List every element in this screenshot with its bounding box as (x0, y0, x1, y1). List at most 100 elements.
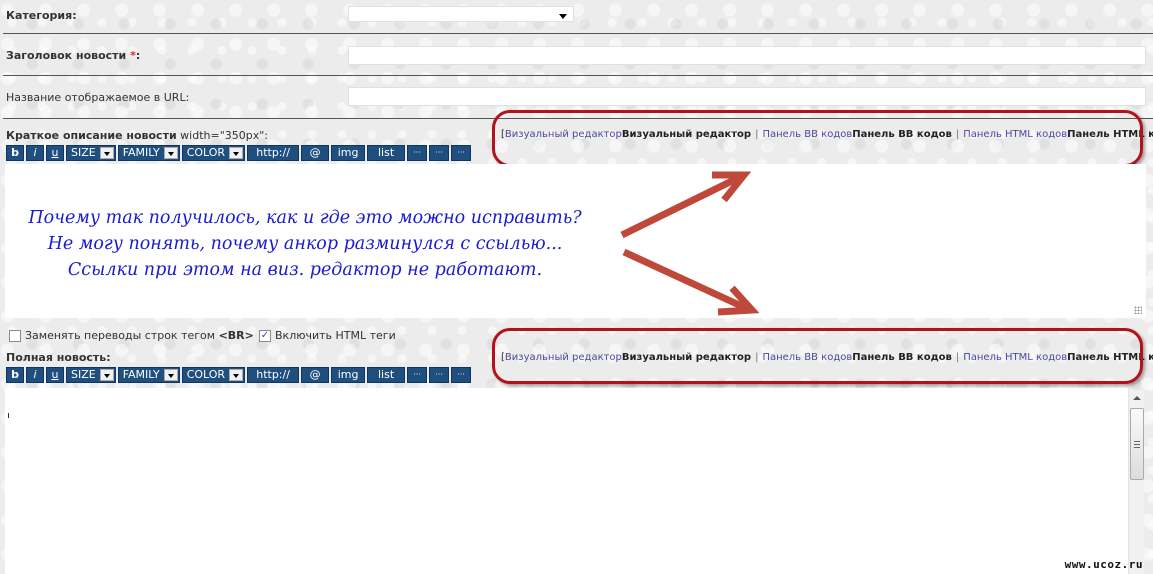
short-desc-url-button[interactable]: http:// (247, 145, 300, 161)
category-select[interactable] (348, 6, 574, 22)
replace-br-label: Заменять переводы строк тегом (25, 329, 216, 342)
full-news-img-button[interactable]: img (331, 367, 366, 383)
category-label: Категория: (6, 9, 77, 22)
button-label: ··· (435, 148, 443, 157)
full-news-bold-button[interactable]: b (6, 367, 24, 383)
button-label: ··· (413, 370, 421, 379)
full-news-more1-button[interactable]: ··· (407, 367, 428, 383)
title-label: Заголовок новости *: (6, 49, 140, 62)
full-news-toolbar: b i u SIZE FAMILY COLOR http:// @ img list ··· ··· ·… (6, 367, 472, 383)
scroll-up-arrow-icon[interactable] (1133, 396, 1141, 400)
divider (3, 33, 1153, 34)
full-news-list-button[interactable]: list (367, 367, 406, 383)
button-label: SIZE (71, 146, 96, 159)
replace-br-checkbox[interactable]: Заменять переводы строк тегом <BR> (9, 329, 254, 342)
button-label: list (378, 146, 395, 159)
short-desc-label-text: Краткое описание новости (6, 129, 177, 142)
button-label: u (51, 368, 59, 381)
short-desc-list-button[interactable]: list (367, 145, 406, 161)
checkbox-unchecked-icon[interactable] (9, 329, 21, 342)
full-news-more2-button[interactable]: ··· (429, 367, 450, 383)
button-label: SIZE (71, 368, 96, 381)
annotation-line: Ссылки при этом на виз. редактор не рабо… (67, 260, 543, 280)
dropdown-arrow-icon[interactable] (99, 369, 114, 381)
watermark: www.ucoz.ru (1064, 558, 1143, 571)
title-input[interactable] (348, 46, 1146, 65)
highlight-oval-top (492, 110, 1143, 167)
short-desc-underline-button[interactable]: u (46, 145, 64, 161)
button-label: b (11, 368, 19, 381)
full-news-label: Полная новость: (6, 351, 111, 364)
button-label: i (33, 368, 37, 381)
dropdown-arrow-icon[interactable] (229, 147, 244, 159)
full-news-url-button[interactable]: http:// (247, 367, 300, 383)
short-desc-size-button[interactable]: SIZE (66, 145, 116, 161)
button-label: i (33, 146, 37, 159)
divider (3, 75, 1153, 76)
full-news-size-button[interactable]: SIZE (66, 367, 116, 383)
title-label-text: Заголовок новости (6, 49, 127, 62)
short-desc-more2-button[interactable]: ··· (429, 145, 450, 161)
chevron-down-icon (559, 14, 567, 19)
full-news-email-button[interactable]: @ (301, 367, 330, 383)
button-label: list (378, 368, 395, 381)
full-news-textarea[interactable] (5, 388, 1128, 574)
button-label: COLOR (186, 146, 226, 159)
button-label: FAMILY (122, 146, 160, 159)
scroll-thumb[interactable] (1130, 408, 1144, 480)
button-label: FAMILY (122, 368, 160, 381)
button-label: COLOR (186, 368, 226, 381)
button-label: ··· (435, 370, 443, 379)
dropdown-arrow-icon[interactable] (163, 147, 178, 159)
short-desc-family-button[interactable]: FAMILY (117, 145, 180, 161)
short-desc-color-button[interactable]: COLOR (181, 145, 246, 161)
dropdown-arrow-icon[interactable] (229, 369, 244, 381)
dropdown-arrow-icon[interactable] (99, 147, 114, 159)
button-label: img (337, 146, 359, 159)
full-news-underline-button[interactable]: u (46, 367, 64, 383)
short-desc-italic-button[interactable]: i (26, 145, 44, 161)
full-news-color-button[interactable]: COLOR (181, 367, 246, 383)
short-desc-bold-button[interactable]: b (6, 145, 24, 161)
dropdown-arrow-icon[interactable] (163, 369, 178, 381)
short-desc-email-button[interactable]: @ (301, 145, 330, 161)
grip-icon (1134, 441, 1140, 450)
full-news-more3-button[interactable]: ··· (451, 367, 472, 383)
arrow-down-right-icon (622, 248, 760, 316)
highlight-oval-bottom (492, 328, 1143, 384)
button-label: @ (309, 146, 321, 159)
br-tag-label: <BR> (218, 329, 254, 342)
colon: : (72, 9, 77, 22)
button-label: http:// (256, 146, 290, 159)
button-label: ··· (457, 148, 465, 157)
full-news-family-button[interactable]: FAMILY (117, 367, 180, 383)
short-desc-img-button[interactable]: img (331, 145, 366, 161)
button-label: http:// (256, 368, 290, 381)
colon: : (135, 49, 141, 62)
short-desc-more1-button[interactable]: ··· (407, 145, 428, 161)
arrow-up-right-icon (620, 171, 752, 239)
full-news-italic-button[interactable]: i (26, 367, 44, 383)
short-desc-more3-button[interactable]: ··· (451, 145, 472, 161)
url-name-input[interactable] (348, 87, 1146, 106)
checkmark-icon[interactable]: ✓ (259, 329, 271, 342)
enable-html-label: Включить HTML теги (275, 329, 396, 342)
annotation-arrows (620, 171, 760, 316)
button-label: img (337, 368, 359, 381)
button-label: ··· (413, 148, 421, 157)
annotation-line: Почему так получилось, как и где это мож… (28, 208, 582, 228)
short-desc-hint: width="350px": (176, 129, 269, 142)
short-desc-label: Краткое описание новости width="350px": (6, 129, 268, 142)
button-label: @ (309, 368, 321, 381)
button-label: b (11, 146, 19, 159)
category-label-text: Категория (6, 9, 73, 22)
enable-html-checkbox[interactable]: ✓ Включить HTML теги (259, 329, 396, 342)
full-news-scrollbar[interactable] (1128, 390, 1144, 574)
annotation-line: Не могу понять, почему анкор разминулся … (47, 234, 563, 254)
url-name-label: Название отображаемое в URL: (6, 91, 190, 104)
button-label: ··· (457, 370, 465, 379)
annotation-text: Почему так получилось, как и где это мож… (0, 205, 610, 283)
resize-grip-icon[interactable] (1134, 306, 1142, 314)
text-caret (8, 413, 9, 418)
button-label: u (51, 146, 59, 159)
